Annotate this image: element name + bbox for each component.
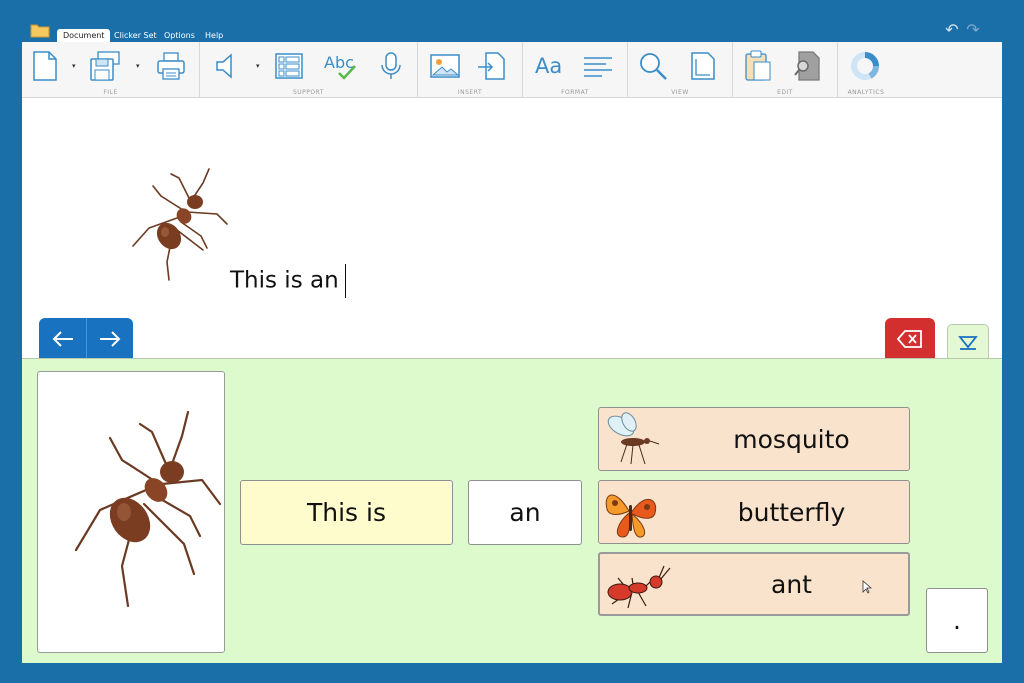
- folder-icon[interactable]: [30, 22, 50, 38]
- group-label-support: SUPPORT: [292, 89, 325, 96]
- spell-check-button[interactable]: Abc: [322, 49, 362, 83]
- ant-icon: [607, 565, 671, 609]
- save-dropdown-icon[interactable]: ▾: [136, 62, 144, 70]
- tab-clicker-set[interactable]: Clicker Set: [108, 29, 163, 42]
- align-left-icon: [584, 57, 612, 77]
- backspace-icon: [897, 329, 922, 348]
- paste-button[interactable]: [741, 49, 775, 83]
- cell-period[interactable]: .: [926, 588, 988, 653]
- microphone-button[interactable]: [374, 49, 408, 83]
- ribbon-group-analytics: ANALYTICS: [838, 42, 894, 98]
- zoom-button[interactable]: [636, 49, 670, 83]
- triangle-down-icon: [958, 336, 978, 350]
- find-document-icon: [794, 51, 820, 81]
- paragraph-button[interactable]: [581, 49, 615, 83]
- ant-large-picture: [74, 410, 222, 608]
- ribbon-group-edit: EDIT: [733, 42, 838, 98]
- cell-this-is-label: This is: [306, 498, 386, 527]
- new-document-dropdown-icon[interactable]: ▾: [72, 62, 80, 70]
- cell-butterfly-label: butterfly: [737, 497, 846, 527]
- find-replace-button[interactable]: [791, 49, 825, 83]
- new-document-icon: [33, 51, 57, 81]
- move-left-button[interactable]: [39, 318, 86, 359]
- analytics-button[interactable]: [848, 49, 882, 83]
- insert-picture-button[interactable]: [428, 49, 462, 83]
- arrow-left-icon: [52, 330, 73, 347]
- document-area[interactable]: This is an: [22, 98, 1002, 358]
- ribbon-group-file: ▾ ▾ FILE: [22, 42, 200, 98]
- print-icon: [157, 52, 185, 80]
- magnifier-icon: [640, 53, 667, 80]
- cell-an[interactable]: an: [468, 480, 582, 545]
- text-caret: [344, 264, 346, 298]
- title-bar: Document Clicker Set Options Help ↶ ↷: [0, 0, 1024, 42]
- save-button[interactable]: [88, 49, 122, 83]
- svg-text:Abc: Abc: [324, 53, 354, 72]
- insert-document-button[interactable]: [474, 49, 508, 83]
- donut-chart-icon: [851, 52, 879, 80]
- font-button[interactable]: Aa: [531, 49, 571, 83]
- cell-an-label: an: [509, 498, 541, 527]
- speech-dropdown-icon[interactable]: ▾: [256, 62, 264, 70]
- document-text-content: This is an: [230, 267, 339, 294]
- ribbon-toolbar: ▾ ▾ FILE ▾ Abc SUPPORT INSERT Aa FORMAT …: [22, 42, 1002, 98]
- group-label-analytics: ANALYTICS: [847, 89, 885, 96]
- tab-options[interactable]: Options: [158, 29, 201, 42]
- insert-document-icon: [478, 52, 505, 80]
- print-button[interactable]: [154, 49, 188, 83]
- ribbon-group-format: Aa FORMAT: [523, 42, 628, 98]
- cursor-navigation: [39, 318, 133, 359]
- cell-ant-label: ant: [771, 569, 812, 599]
- cell-butterfly[interactable]: butterfly: [598, 480, 910, 544]
- mosquito-icon: [607, 412, 660, 465]
- ribbon-group-support: ▾ Abc SUPPORT: [200, 42, 418, 98]
- group-label-format: FORMAT: [561, 89, 589, 96]
- cell-period-label: .: [953, 606, 961, 635]
- page-size-icon: [691, 52, 715, 80]
- ribbon-group-view: VIEW: [628, 42, 733, 98]
- hide-panel-button[interactable]: [947, 324, 989, 359]
- ant-picture[interactable]: [117, 160, 232, 285]
- mouse-pointer-icon: [862, 580, 872, 594]
- picture-icon: [430, 54, 460, 78]
- group-label-insert: INSERT: [457, 89, 483, 96]
- tab-document[interactable]: Document: [57, 29, 111, 42]
- document-text[interactable]: This is an: [230, 264, 346, 298]
- undo-icon[interactable]: ↶: [942, 20, 962, 40]
- cell-mosquito[interactable]: mosquito: [598, 407, 910, 471]
- tab-help[interactable]: Help: [199, 29, 229, 42]
- butterfly-icon: [605, 494, 657, 538]
- svg-text:Aa: Aa: [535, 54, 562, 78]
- group-label-view: VIEW: [671, 89, 689, 96]
- cell-mosquito-label: mosquito: [733, 424, 850, 454]
- speaker-icon: [216, 53, 232, 79]
- ribbon-group-insert: INSERT: [418, 42, 523, 98]
- speech-button[interactable]: [210, 49, 244, 83]
- group-label-edit: EDIT: [777, 89, 793, 96]
- page-size-button[interactable]: [686, 49, 720, 83]
- word-list-button[interactable]: [272, 49, 306, 83]
- group-label-file: FILE: [103, 89, 118, 96]
- new-document-button[interactable]: [28, 49, 62, 83]
- move-right-button[interactable]: [86, 318, 133, 359]
- arrow-right-icon: [100, 330, 121, 347]
- microphone-icon: [381, 52, 401, 79]
- cell-this-is[interactable]: This is: [240, 480, 453, 545]
- backspace-button[interactable]: [885, 318, 935, 359]
- spell-check-icon: Abc: [324, 53, 356, 80]
- list-icon: [275, 53, 303, 79]
- font-icon: Aa: [535, 54, 562, 78]
- ant-picture-card[interactable]: [37, 371, 225, 653]
- save-icon: [90, 51, 120, 81]
- redo-icon[interactable]: ↷: [963, 20, 983, 40]
- clipboard-icon: [745, 50, 771, 81]
